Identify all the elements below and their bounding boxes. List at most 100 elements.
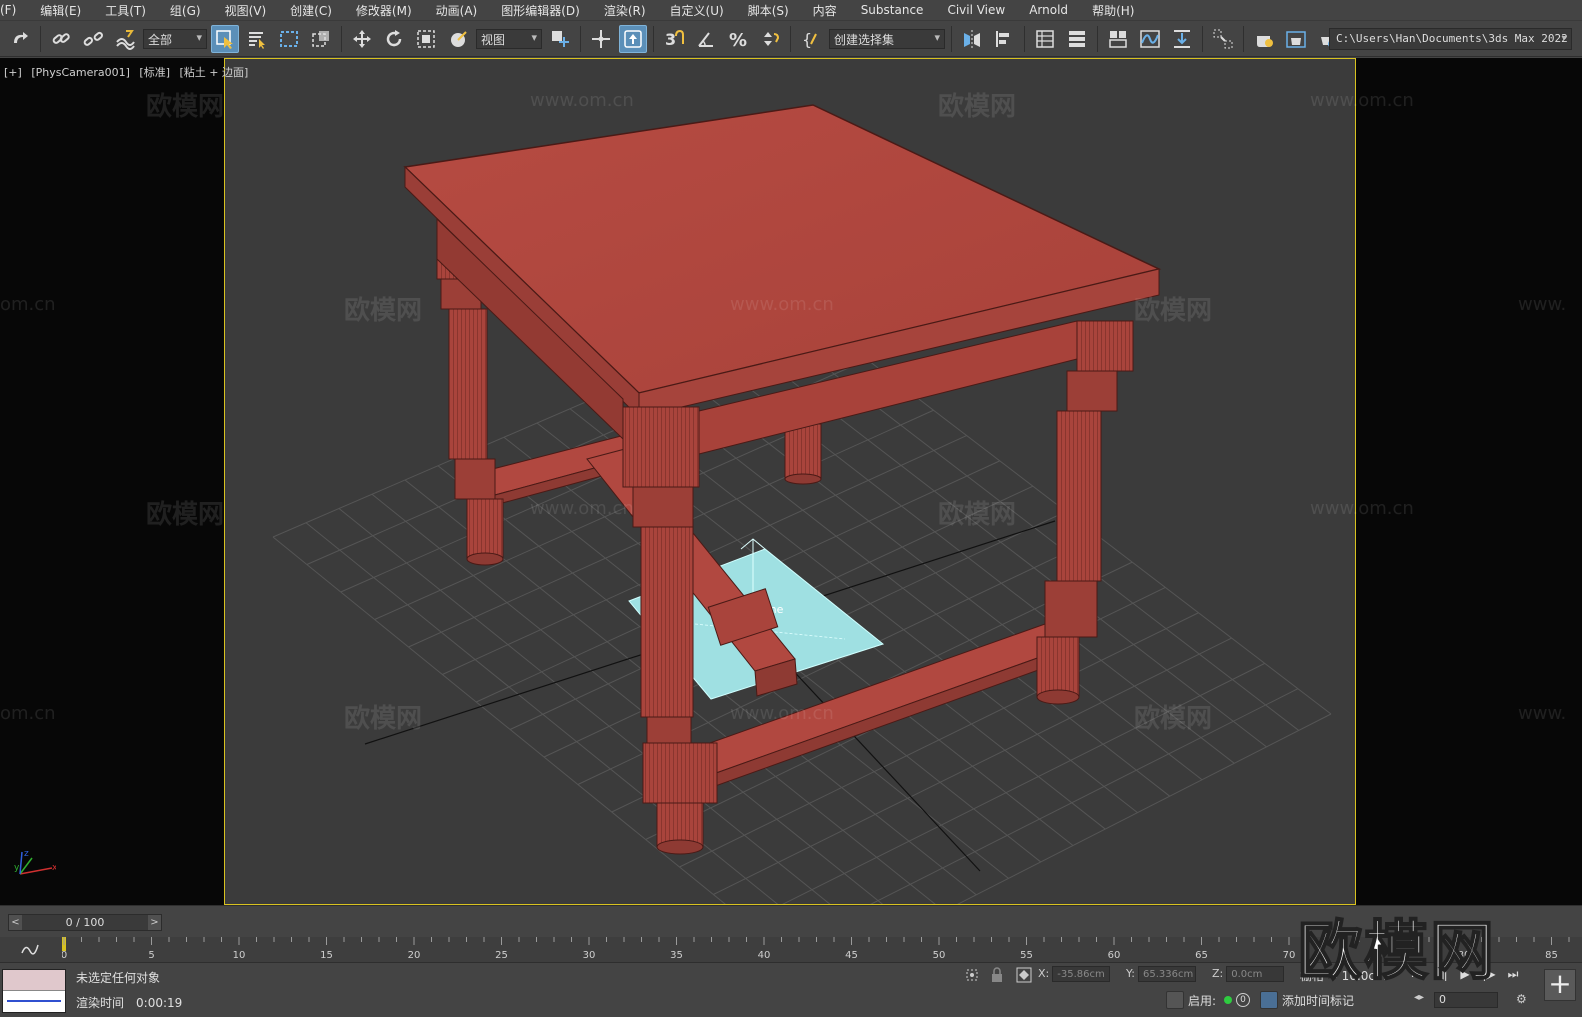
- selection-status: 未选定任何对象: [76, 971, 161, 985]
- time-slider-next-arrow[interactable]: >: [148, 915, 161, 930]
- bind-space-warp-button[interactable]: [111, 25, 139, 53]
- menu-create[interactable]: 创建(C): [276, 2, 342, 19]
- render-setup-button[interactable]: [1250, 25, 1278, 53]
- absolute-mode-icon[interactable]: [1016, 967, 1032, 983]
- maxscript-mini-listener[interactable]: [2, 969, 66, 1013]
- select-manipulate-button[interactable]: [587, 25, 615, 53]
- menu-modifiers[interactable]: 修改器(M): [342, 2, 422, 19]
- redo-button[interactable]: [6, 25, 34, 53]
- y-coordinate-field[interactable]: 65.336cm: [1137, 966, 1196, 982]
- menu-animation[interactable]: 动画(A): [422, 2, 488, 19]
- menu-graph-editors[interactable]: 图形编辑器(D): [487, 2, 590, 19]
- link-button[interactable]: [47, 25, 75, 53]
- ribbon-toggle-button[interactable]: [1104, 25, 1132, 53]
- reference-coordinate-dropdown[interactable]: 视图: [476, 28, 542, 49]
- toolbar-separator: [951, 25, 952, 52]
- watermark-url: www.: [1518, 294, 1567, 315]
- viewport-display-mode-label[interactable]: [粘土 + 边面]: [180, 66, 249, 79]
- menu-civil-view[interactable]: Civil View: [933, 3, 1015, 17]
- curve-editor-button[interactable]: [1136, 25, 1164, 53]
- menu-views[interactable]: 视图(V): [211, 2, 277, 19]
- menu-rendering[interactable]: 渲染(R): [590, 2, 656, 19]
- y-label: Y:: [1126, 967, 1135, 980]
- keyboard-shortcut-override-button[interactable]: [619, 24, 647, 53]
- menu-group[interactable]: 组(G): [156, 2, 211, 19]
- table-list-icon: [1036, 29, 1054, 48]
- brand-logo-watermark: 欧模网: [1297, 914, 1496, 990]
- menu-content[interactable]: 内容: [799, 2, 847, 19]
- schematic-view-button[interactable]: [1168, 25, 1196, 53]
- listener-macro-field[interactable]: [3, 970, 65, 991]
- rendered-frame-window-button[interactable]: [1282, 25, 1310, 53]
- time-config-icon[interactable]: ⚙: [1516, 992, 1527, 1006]
- menu-tools[interactable]: 工具(T): [91, 2, 156, 19]
- isolate-selection-icon[interactable]: [964, 967, 980, 983]
- layer-explorer-button[interactable]: [1063, 25, 1091, 53]
- material-editor-button[interactable]: [1209, 25, 1237, 53]
- spinner-snap-button[interactable]: [756, 25, 784, 53]
- toolbar-separator: [1202, 25, 1203, 52]
- snaps-toggle-button[interactable]: 3: [660, 25, 688, 53]
- unlink-icon: [83, 31, 103, 46]
- ribbon-icon: [1109, 30, 1127, 48]
- go-to-end-icon[interactable]: ⏭: [1504, 967, 1522, 981]
- lock-selection-icon[interactable]: [990, 967, 1004, 983]
- project-path-dropdown[interactable]: C:\Users\Han\Documents\3ds Max 2022: [1329, 28, 1572, 50]
- select-object-button[interactable]: [211, 24, 239, 53]
- unlink-button[interactable]: [79, 25, 107, 53]
- svg-text:3: 3: [665, 30, 676, 49]
- ruler-tick-label: 60: [1108, 950, 1121, 961]
- selection-filter-dropdown[interactable]: 全部: [143, 28, 207, 49]
- z-coordinate-field[interactable]: 0.0cm: [1226, 966, 1285, 982]
- percent-snap-button[interactable]: %: [724, 25, 752, 53]
- rotate-button[interactable]: [380, 25, 408, 53]
- menu-substance[interactable]: Substance: [847, 3, 934, 17]
- scene-explorer-button[interactable]: [1031, 25, 1059, 53]
- ruler-tick-label: 70: [1283, 950, 1296, 961]
- mini-curve-editor-icon[interactable]: [20, 941, 40, 957]
- time-slider[interactable]: < 0 / 100 >: [8, 914, 162, 931]
- ruler-tick-label: 10: [233, 950, 246, 961]
- viewport-shading-label[interactable]: [标准]: [139, 66, 170, 79]
- menu-help[interactable]: 帮助(H): [1078, 2, 1144, 19]
- menu-scripting[interactable]: 脚本(S): [734, 2, 799, 19]
- layers-icon: [1069, 30, 1085, 47]
- angle-snap-button[interactable]: [692, 25, 720, 53]
- adaptive-degradation-icon[interactable]: [1166, 991, 1184, 1009]
- time-slider-prev-arrow[interactable]: <: [9, 915, 22, 930]
- rectangular-selection-button[interactable]: [275, 25, 303, 53]
- menu-customize[interactable]: 自定义(U): [656, 2, 734, 19]
- mirror-button[interactable]: [958, 25, 986, 53]
- space-warp-icon: [116, 29, 135, 50]
- named-selection-dropdown[interactable]: 创建选择集: [829, 28, 945, 49]
- current-frame-field[interactable]: 0: [1434, 992, 1498, 1008]
- select-by-name-button[interactable]: [243, 25, 271, 53]
- viewport-camera-label[interactable]: [PhysCamera001]: [31, 66, 130, 79]
- enable-status-dot[interactable]: [1224, 996, 1233, 1004]
- menu-edit[interactable]: 编辑(E): [26, 2, 91, 19]
- add-time-tag-label[interactable]: 添加时间标记: [1282, 992, 1354, 1009]
- viewport-menu-plus[interactable]: [+]: [4, 66, 22, 79]
- axis-tripod-gizmo: x y z: [14, 849, 56, 875]
- watermark-text: 欧模网: [146, 92, 225, 122]
- align-button[interactable]: [990, 25, 1018, 53]
- menu-file[interactable]: (F): [0, 3, 26, 17]
- snap-3d-icon: 3: [665, 29, 684, 49]
- table-top[interactable]: [403, 104, 1162, 455]
- edit-named-selection-button[interactable]: {: [797, 25, 825, 53]
- add-button[interactable]: +: [1544, 969, 1576, 1001]
- window-crossing-button[interactable]: [307, 25, 335, 53]
- time-tag-icon[interactable]: [1260, 991, 1279, 1009]
- placement-button[interactable]: [444, 25, 472, 53]
- schematic-icon: [1174, 29, 1190, 48]
- pivot-center-button[interactable]: [546, 25, 574, 53]
- move-button[interactable]: [348, 25, 376, 53]
- scale-button[interactable]: [412, 25, 440, 53]
- render-setup-icon: [1257, 35, 1273, 47]
- scene-canvas: VRayPlane: [272, 104, 1332, 904]
- perspective-viewport[interactable]: [+] [PhysCamera001] [标准] [粘土 + 边面] 欧模网 w…: [0, 58, 1582, 990]
- frame-spinner-arrows-icon[interactable]: ◂▸: [1414, 992, 1424, 1003]
- select-cursor-icon: [216, 29, 233, 49]
- x-coordinate-field[interactable]: -35.86cm: [1052, 966, 1111, 982]
- menu-arnold[interactable]: Arnold: [1015, 3, 1078, 17]
